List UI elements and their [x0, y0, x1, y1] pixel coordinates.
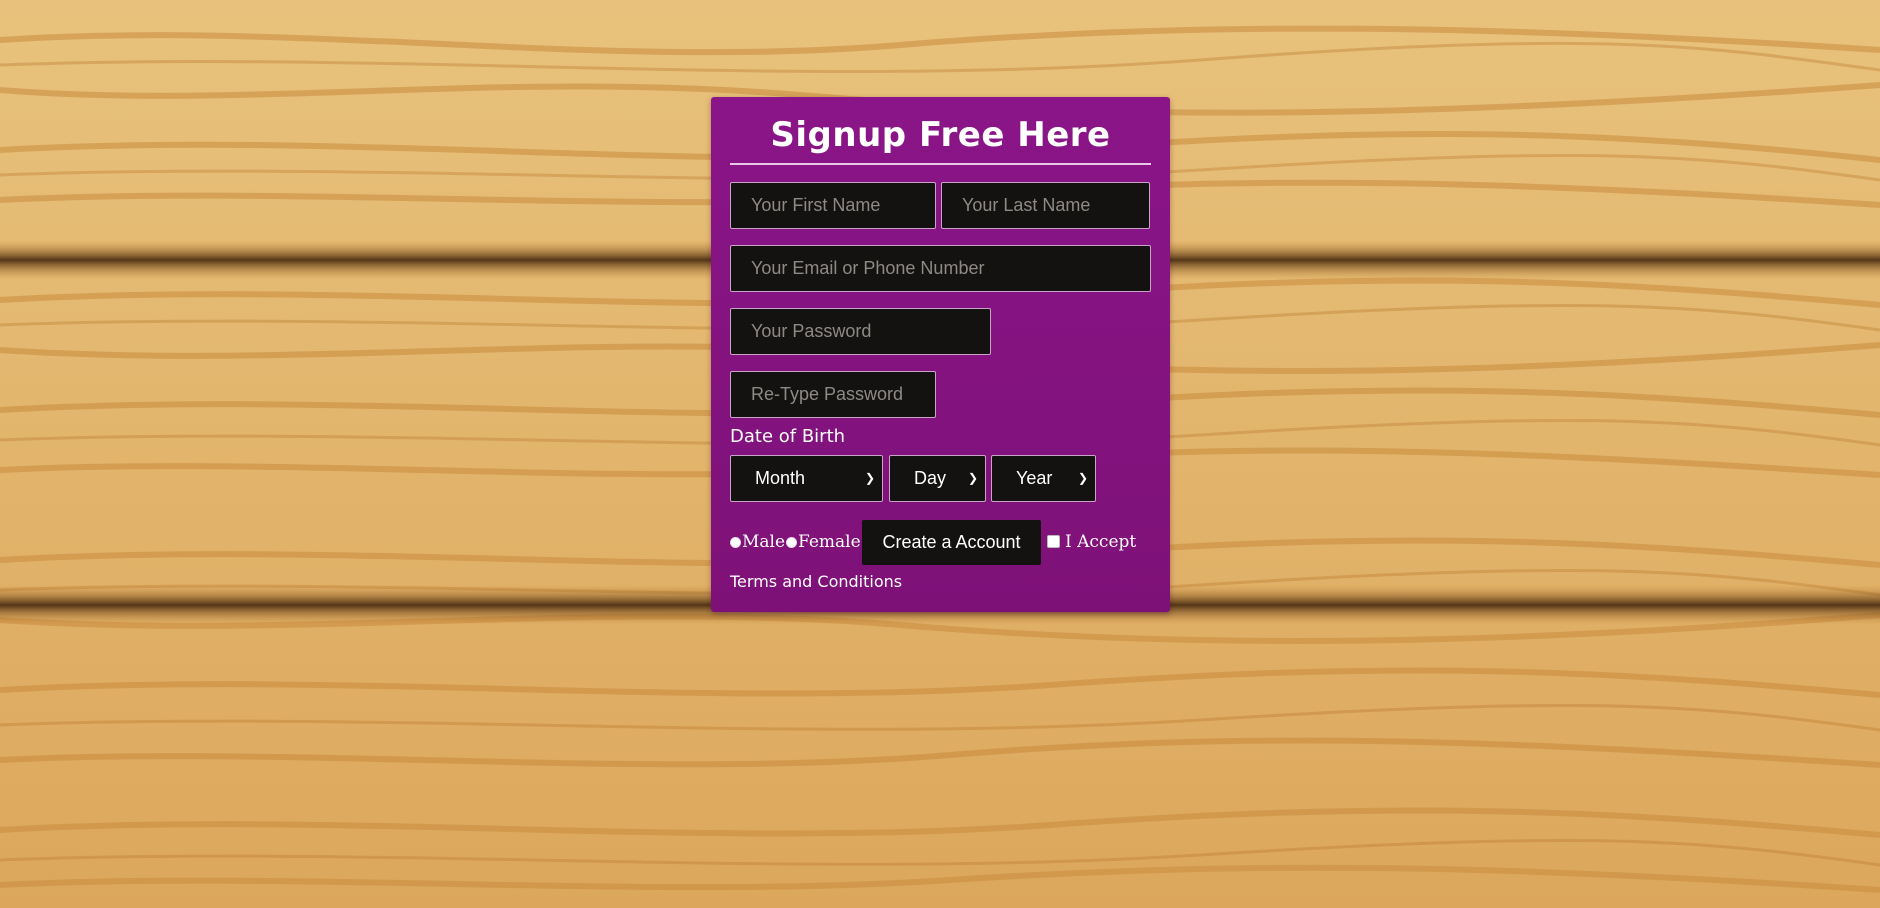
password-input[interactable]: Your Password [730, 308, 991, 355]
male-radio[interactable] [730, 537, 741, 548]
title-divider [730, 163, 1151, 165]
month-select[interactable]: Month ❯ [730, 455, 883, 502]
year-select-value: Year [1016, 468, 1053, 488]
day-select-value: Day [914, 468, 947, 488]
last-name-input[interactable]: Your Last Name [941, 182, 1150, 229]
year-select[interactable]: Year ❯ [991, 455, 1096, 502]
chevron-down-icon: ❯ [967, 471, 978, 485]
signup-form-card: Signup Free Here Your First Name Your La… [711, 97, 1170, 612]
terms-and-conditions-link[interactable]: Terms and Conditions [730, 572, 902, 591]
accept-label: I Accept [1065, 532, 1137, 552]
form-title: Signup Free Here [770, 115, 1111, 155]
chevron-down-icon: ❯ [1077, 471, 1088, 485]
female-radio[interactable] [786, 537, 797, 548]
first-name-input[interactable]: Your First Name [730, 182, 936, 229]
email-phone-input[interactable]: Your Email or Phone Number [730, 245, 1151, 292]
male-label: Male [742, 532, 786, 552]
female-label: Female [798, 532, 861, 552]
retype-password-input[interactable]: Re-Type Password [730, 371, 936, 418]
date-of-birth-label: Date of Birth [730, 426, 846, 447]
day-select[interactable]: Day ❯ [889, 455, 986, 502]
create-account-button[interactable]: Create a Account [862, 520, 1041, 565]
month-select-value: Month [755, 468, 806, 488]
accept-terms-checkbox[interactable] [1047, 535, 1060, 548]
chevron-down-icon: ❯ [864, 471, 875, 485]
